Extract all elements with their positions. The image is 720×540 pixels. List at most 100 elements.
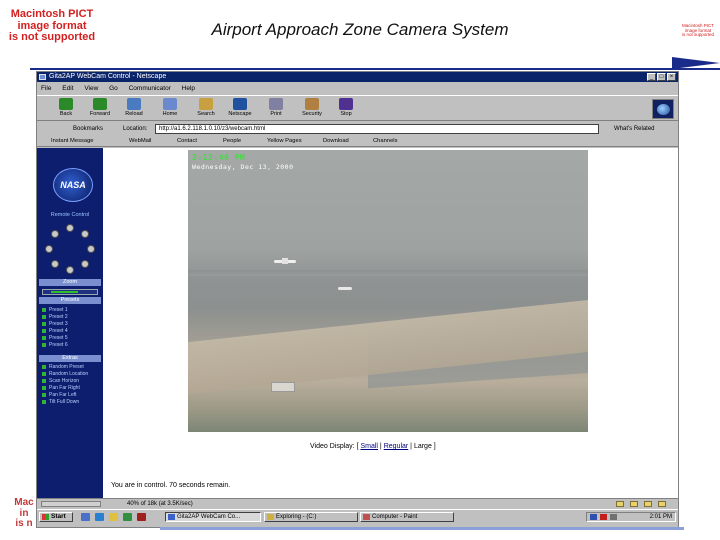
taskbar-clock[interactable]: 2:01 PM xyxy=(650,513,672,521)
checkbox-icon xyxy=(42,371,46,376)
extras-item[interactable]: Scan Horizon xyxy=(42,378,102,385)
extras-item[interactable]: Pan Far Right xyxy=(42,385,102,392)
task-label: Computer - Paint xyxy=(372,514,418,520)
security-button[interactable]: Security xyxy=(297,98,327,117)
slide: Macintosh PICT image format is not suppo… xyxy=(0,0,720,540)
maximize-button[interactable]: □ xyxy=(657,73,666,81)
checkbox-icon xyxy=(42,364,46,369)
netscape-button[interactable]: Netscape xyxy=(225,98,255,117)
zoom-heading: Zoom xyxy=(39,279,101,286)
internet-explorer-icon[interactable] xyxy=(95,513,104,521)
checkbox-icon xyxy=(42,328,46,333)
menu-help[interactable]: Help xyxy=(182,85,195,92)
forward-button[interactable]: Forward xyxy=(85,98,115,117)
stop-button[interactable]: Stop xyxy=(331,98,361,117)
people-link[interactable]: People xyxy=(223,136,241,147)
zoom-slider-fill xyxy=(51,291,78,293)
instant-message-link[interactable]: Instant Message xyxy=(51,136,94,147)
menu-file[interactable]: File xyxy=(41,85,51,92)
preset-label: Preset 5 xyxy=(49,335,68,341)
checkbox-icon xyxy=(42,321,46,326)
bookmarks-button[interactable]: Bookmarks xyxy=(73,123,103,135)
desktop-icon[interactable] xyxy=(81,513,90,521)
contact-link[interactable]: Contact xyxy=(177,136,197,147)
composer-icon[interactable] xyxy=(658,501,666,507)
print-button[interactable]: Print xyxy=(261,98,291,117)
reload-button[interactable]: Reload xyxy=(119,98,149,117)
toolbar-label: Print xyxy=(270,111,282,117)
window-titlebar[interactable]: Gita2AP WebCam Control - Netscape _ □ × xyxy=(37,72,678,82)
browser-window: Gita2AP WebCam Control - Netscape _ □ × … xyxy=(36,71,679,528)
taskbar-item-webcam[interactable]: Gita2AP WebCam Co... xyxy=(165,512,261,522)
home-button[interactable]: Home xyxy=(155,98,185,117)
personal-toolbar: Instant Message WebMail Contact People Y… xyxy=(37,136,678,147)
status-text: 40% of 18k (at 3.5K/sec) xyxy=(127,501,193,507)
pan-up-left-button[interactable] xyxy=(51,230,59,238)
network-icon[interactable] xyxy=(590,514,597,520)
preset-label: Preset 3 xyxy=(49,321,68,327)
preset-item[interactable]: Preset 6 xyxy=(42,342,102,349)
netscape-quicklaunch-icon[interactable] xyxy=(123,513,132,521)
location-bar: Bookmarks Location: http://a1.6.2.118.1.… xyxy=(37,123,678,135)
url-input[interactable]: http://a1.6.2.118.1.0.10/z3/webcam.html xyxy=(155,124,599,134)
preset-item[interactable]: Preset 5 xyxy=(42,335,102,342)
webcam-image: 3:13:44 PM Wednesday, Dec 13, 2000 xyxy=(188,150,588,432)
volume-icon[interactable] xyxy=(610,514,617,520)
menu-go[interactable]: Go xyxy=(109,85,118,92)
extras-item[interactable]: Pan Far Left xyxy=(42,392,102,399)
pan-right-button[interactable] xyxy=(87,245,95,253)
menu-edit[interactable]: Edit xyxy=(62,85,73,92)
channels-link[interactable]: Channels xyxy=(373,136,398,147)
mail-icon[interactable] xyxy=(644,501,652,507)
extras-item[interactable]: Tilt Full Down xyxy=(42,399,102,406)
netscape-window-icon xyxy=(39,74,46,80)
home-icon xyxy=(163,98,177,110)
pict-notice-line: is not supported xyxy=(681,32,715,38)
preset-item[interactable]: Preset 4 xyxy=(42,328,102,335)
toolbar-label: Netscape xyxy=(228,111,252,117)
pan-down-left-button[interactable] xyxy=(51,260,59,268)
back-button[interactable]: Back xyxy=(51,98,81,117)
pict-notice-line: Mac xyxy=(14,497,34,508)
taskbar-item-exploring[interactable]: Exploring - (C:) xyxy=(264,512,358,522)
toolbar-label: Back xyxy=(59,111,73,117)
app-quicklaunch-icon[interactable] xyxy=(137,513,146,521)
preset-item[interactable]: Preset 2 xyxy=(42,314,102,321)
start-button[interactable]: Start xyxy=(39,512,73,522)
window-title: Gita2AP WebCam Control - Netscape xyxy=(49,73,167,80)
taskbar-item-paint[interactable]: Computer - Paint xyxy=(360,512,454,522)
component-icon[interactable] xyxy=(630,501,638,507)
yellow-pages-link[interactable]: Yellow Pages xyxy=(267,136,302,147)
airplane-icon xyxy=(274,258,296,264)
whats-related-button[interactable]: What's Related xyxy=(611,124,658,134)
menu-communicator[interactable]: Communicator xyxy=(129,85,171,92)
preset-label: Preset 4 xyxy=(49,328,68,334)
video-size-small-link[interactable]: Small xyxy=(360,443,378,450)
checkbox-icon xyxy=(42,342,46,347)
zoom-slider[interactable] xyxy=(42,289,98,295)
pan-up-button[interactable] xyxy=(66,224,74,232)
extras-item[interactable]: Random Preset xyxy=(42,364,102,371)
extras-item[interactable]: Random Location xyxy=(42,371,102,378)
navigation-toolbar: Back Forward Reload Home Search Netscape xyxy=(37,95,678,121)
extras-heading: Extras xyxy=(39,355,101,362)
menu-view[interactable]: View xyxy=(84,85,98,92)
antivirus-icon[interactable] xyxy=(600,514,607,520)
preset-label: Preset 6 xyxy=(49,342,68,348)
close-button[interactable]: × xyxy=(667,73,676,81)
webmail-link[interactable]: WebMail xyxy=(129,136,151,147)
video-size-large-link[interactable]: Large xyxy=(414,443,432,450)
preset-item[interactable]: Preset 1 xyxy=(42,307,102,314)
preset-item[interactable]: Preset 3 xyxy=(42,321,102,328)
search-button[interactable]: Search xyxy=(191,98,221,117)
outlook-icon[interactable] xyxy=(109,513,118,521)
pan-down-button[interactable] xyxy=(66,266,74,274)
toolbar-label: Stop xyxy=(340,111,352,117)
minimize-button[interactable]: _ xyxy=(647,73,656,81)
video-size-regular-link[interactable]: Regular xyxy=(384,443,409,450)
pan-left-button[interactable] xyxy=(45,245,53,253)
download-link[interactable]: Download xyxy=(323,136,349,147)
toolbar-label: Forward xyxy=(89,111,111,117)
pan-down-right-button[interactable] xyxy=(81,260,89,268)
pan-up-right-button[interactable] xyxy=(81,230,89,238)
